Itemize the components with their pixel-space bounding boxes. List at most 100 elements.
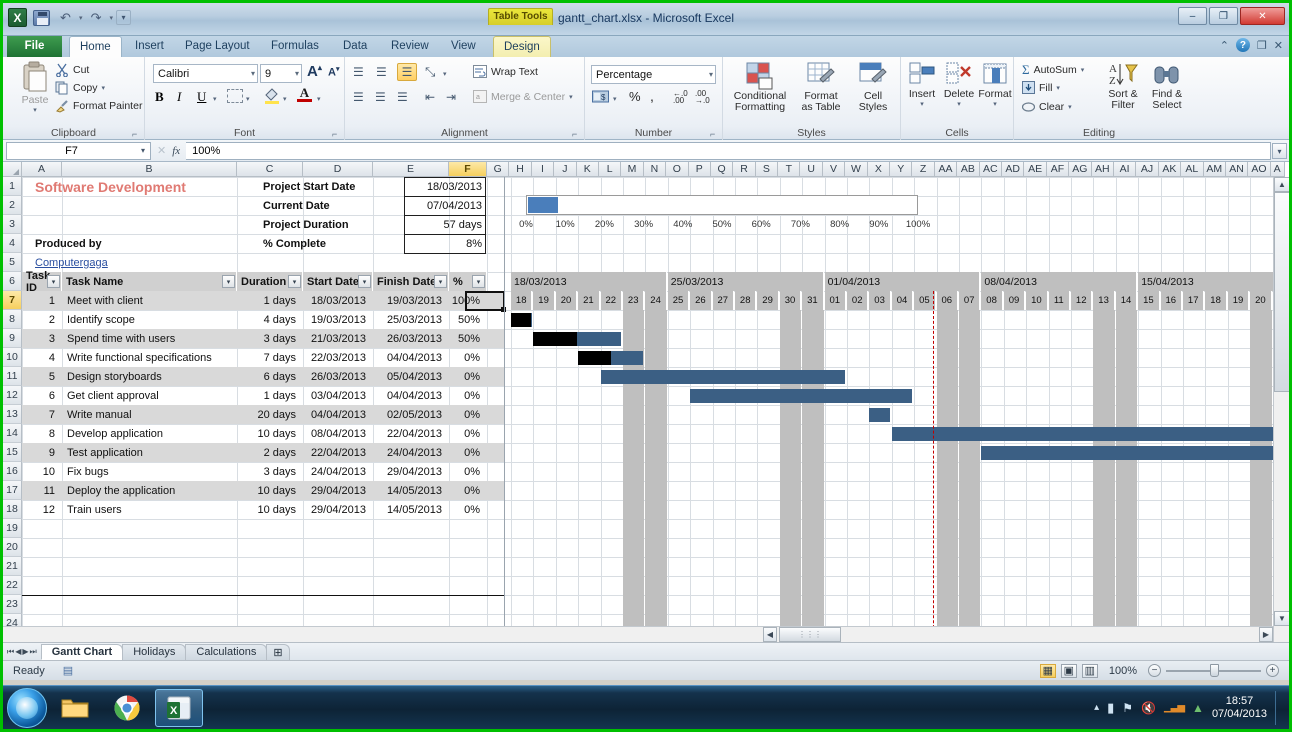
task-name-7[interactable]: Write manual [64, 405, 239, 424]
column-header-F[interactable]: F [449, 162, 487, 177]
column-header-AO[interactable]: AO [1248, 162, 1270, 177]
column-header-P[interactable]: P [689, 162, 711, 177]
column-header-K[interactable]: K [577, 162, 599, 177]
info-value-3[interactable]: 8% [404, 234, 486, 254]
task-finish-3[interactable]: 26/03/2013 [373, 329, 445, 348]
row-header-20[interactable]: 20 [3, 538, 22, 557]
row-header-10[interactable]: 10 [3, 348, 22, 367]
tab-page-layout[interactable]: Page Layout [175, 36, 260, 57]
column-header-AC[interactable]: AC [980, 162, 1002, 177]
row-header-23[interactable]: 23 [3, 595, 22, 614]
borders-button[interactable] [227, 89, 243, 103]
row-header-2[interactable]: 2 [3, 196, 22, 215]
filter-button-4[interactable]: ▾ [434, 275, 447, 288]
task-percent-12[interactable]: 0% [449, 500, 483, 519]
grow-font-button[interactable]: A▴ [307, 63, 322, 80]
task-name-2[interactable]: Identify scope [64, 310, 239, 329]
merge-center-button[interactable]: a Merge & Center ▾ [473, 90, 573, 103]
fill-dropdown-icon[interactable]: ▾ [1056, 84, 1060, 92]
scroll-right-button[interactable]: ▶ [1259, 627, 1273, 642]
increase-indent-button[interactable]: ⇥ [446, 90, 456, 104]
row-header-1[interactable]: 1 [3, 177, 22, 196]
task-percent-7[interactable]: 0% [449, 405, 483, 424]
task-percent-2[interactable]: 50% [449, 310, 483, 329]
format-painter-button[interactable]: Format Painter [55, 99, 142, 113]
task-finish-9[interactable]: 24/04/2013 [373, 443, 445, 462]
minimize-ribbon-icon[interactable]: ⌃ [1220, 39, 1229, 52]
column-header-A[interactable]: A [22, 162, 62, 177]
vertical-scrollbar[interactable]: ▲ ▼ [1273, 177, 1289, 642]
paste-button[interactable]: Paste ▾ [11, 61, 59, 114]
filter-button-2[interactable]: ▾ [288, 275, 301, 288]
row-header-19[interactable]: 19 [3, 519, 22, 538]
task-start-5[interactable]: 26/03/2013 [303, 367, 369, 386]
task-percent-5[interactable]: 0% [449, 367, 483, 386]
task-percent-6[interactable]: 0% [449, 386, 483, 405]
task-name-6[interactable]: Get client approval [64, 386, 239, 405]
column-header-A[interactable]: A [1271, 162, 1285, 177]
task-name-4[interactable]: Write functional specifications [64, 348, 239, 367]
align-right-button[interactable]: ☰ [397, 90, 408, 104]
info-value-1[interactable]: 07/04/2013 [404, 196, 486, 216]
task-finish-6[interactable]: 04/04/2013 [373, 386, 445, 405]
network-icon[interactable]: ▁▃▅ [1164, 702, 1184, 713]
column-header-AH[interactable]: AH [1092, 162, 1114, 177]
vertical-scroll-thumb[interactable] [1274, 192, 1289, 392]
task-finish-4[interactable]: 04/04/2013 [373, 348, 445, 367]
conditional-formatting-button[interactable]: Conditional Formatting [727, 61, 793, 113]
column-header-M[interactable]: M [621, 162, 643, 177]
column-header-AB[interactable]: AB [957, 162, 979, 177]
row-header-8[interactable]: 8 [3, 310, 22, 329]
task-duration-6[interactable]: 1 days [237, 386, 299, 405]
underline-button[interactable]: U [197, 89, 206, 105]
sheet-tab-holidays[interactable]: Holidays [122, 644, 186, 660]
bold-button[interactable]: B [155, 89, 164, 105]
row-header-15[interactable]: 15 [3, 443, 22, 462]
font-color-dropdown-icon[interactable]: ▾ [317, 95, 321, 103]
next-sheet-button[interactable]: ▶ [22, 647, 28, 657]
task-id-2[interactable]: 2 [22, 310, 58, 329]
info-value-0[interactable]: 18/03/2013 [404, 177, 486, 197]
task-duration-7[interactable]: 20 days [237, 405, 299, 424]
autosum-button[interactable]: Σ AutoSum ▾ [1022, 62, 1084, 78]
task-start-8[interactable]: 08/04/2013 [303, 424, 369, 443]
task-finish-7[interactable]: 02/05/2013 [373, 405, 445, 424]
comma-style-button[interactable]: , [650, 88, 654, 104]
task-duration-11[interactable]: 10 days [237, 481, 299, 500]
horizontal-scroll-thumb[interactable]: ⋮⋮⋮ [779, 627, 841, 642]
row-header-22[interactable]: 22 [3, 576, 22, 595]
tab-insert[interactable]: Insert [125, 36, 174, 57]
insert-function-icon[interactable]: fx [172, 145, 180, 157]
task-name-10[interactable]: Fix bugs [64, 462, 239, 481]
borders-dropdown-icon[interactable]: ▾ [246, 95, 250, 103]
task-id-8[interactable]: 8 [22, 424, 58, 443]
insert-worksheet-button[interactable]: ⊞ [266, 644, 289, 660]
column-header-AL[interactable]: AL [1181, 162, 1203, 177]
task-duration-1[interactable]: 1 days [237, 291, 299, 310]
expand-formula-bar-icon[interactable]: ▾ [1272, 143, 1287, 159]
restore-window-icon[interactable]: ❐ [1257, 39, 1267, 52]
column-header-H[interactable]: H [509, 162, 531, 177]
paste-dropdown-icon[interactable]: ▾ [33, 106, 37, 114]
task-finish-5[interactable]: 05/04/2013 [373, 367, 445, 386]
copy-dropdown-icon[interactable]: ▾ [102, 84, 106, 92]
align-bottom-button[interactable]: ☰ [397, 63, 417, 81]
column-header-Y[interactable]: Y [890, 162, 912, 177]
column-header-AF[interactable]: AF [1047, 162, 1069, 177]
format-dropdown-icon[interactable]: ▾ [993, 100, 997, 108]
row-header-12[interactable]: 12 [3, 386, 22, 405]
restore-button[interactable]: ❐ [1209, 7, 1238, 25]
view-normal-button[interactable]: ▦ [1040, 664, 1056, 678]
copy-button[interactable]: Copy ▾ [55, 81, 105, 95]
column-header-V[interactable]: V [823, 162, 845, 177]
task-duration-4[interactable]: 7 days [237, 348, 299, 367]
alignment-dialog-launcher[interactable]: ⌐ [572, 129, 581, 138]
row-header-13[interactable]: 13 [3, 405, 22, 424]
wrap-text-button[interactable]: Wrap Text [473, 65, 538, 78]
increase-decimal-button[interactable]: ←.0.00 [673, 90, 688, 104]
task-name-11[interactable]: Deploy the application [64, 481, 239, 500]
autosum-dropdown-icon[interactable]: ▾ [1081, 66, 1085, 74]
format-cells-button[interactable]: Format ▾ [978, 61, 1012, 108]
filter-button-3[interactable]: ▾ [358, 275, 371, 288]
filter-button-1[interactable]: ▾ [222, 275, 235, 288]
